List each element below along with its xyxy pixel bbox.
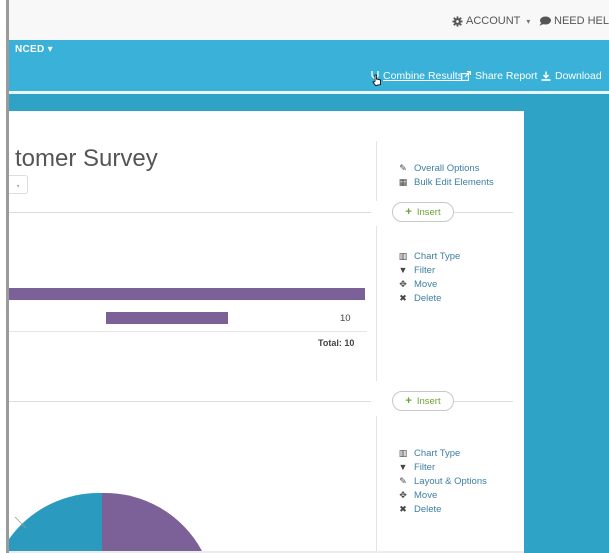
move-label: Move xyxy=(414,489,438,501)
pencil-icon: ✎ xyxy=(399,162,407,173)
section-divider xyxy=(453,212,513,213)
chart-type-label: Chart Type xyxy=(414,250,461,262)
chevron-down-icon: ▾ xyxy=(526,16,531,26)
combine-results-label: Combine Results xyxy=(383,70,463,82)
delete-label: Delete xyxy=(414,503,442,515)
pie-slice-teal xyxy=(9,492,102,551)
chart-type-label: Chart Type xyxy=(414,447,461,459)
share-icon xyxy=(461,71,471,81)
report-title[interactable]: tomer Survey xyxy=(15,145,158,173)
move-icon: ✥ xyxy=(399,278,407,289)
filter-label: Filter xyxy=(414,264,436,276)
delete-icon: ✖ xyxy=(399,503,407,514)
chart-type-link[interactable]: ▥ Chart Type xyxy=(398,249,461,263)
move-icon: ✥ xyxy=(399,489,407,500)
delete-link[interactable]: ✖ Delete xyxy=(398,502,487,516)
bulk-edit-elements-link[interactable]: ▦ Bulk Edit Elements xyxy=(398,175,494,189)
overall-options-label: Overall Options xyxy=(414,162,480,174)
gear-icon xyxy=(452,15,463,27)
right-sidebar-background xyxy=(524,111,609,553)
report-nav: NCED ▾ Combine Results Share Report Down… xyxy=(9,40,609,92)
combine-results-link[interactable]: Combine Results xyxy=(371,70,463,82)
insert-label: Insert xyxy=(416,206,441,218)
delete-link[interactable]: ✖ Delete xyxy=(398,291,460,305)
bar-2-value: 10 xyxy=(340,313,351,324)
report-card: tomer Survey , ✎ Overall Options ▦ Bulk … xyxy=(9,111,524,551)
move-link[interactable]: ✥ Move xyxy=(398,488,487,502)
bar-chart-actions: ▥ Chart Type ▼ Filter ✥ Move ✖ Delete xyxy=(398,249,461,305)
insert-button[interactable]: + Insert xyxy=(392,202,454,222)
pie-chart-actions: ▥ Chart Type ▼ Filter ✎ Layout & Options… xyxy=(398,446,487,516)
move-label: Move xyxy=(414,278,438,290)
chart-icon: ▥ xyxy=(398,250,408,261)
download-icon xyxy=(541,71,551,81)
filter-link[interactable]: ▼ Filter xyxy=(398,460,487,474)
insert-label: Insert xyxy=(416,395,441,407)
bulk-edit-elements-label: Bulk Edit Elements xyxy=(414,176,494,188)
chevron-down-icon: ▾ xyxy=(47,44,53,55)
account-label: ACCOUNT xyxy=(466,15,521,27)
chart-type-link[interactable]: ▥ Chart Type xyxy=(398,446,487,460)
column-divider xyxy=(376,226,377,381)
section-divider xyxy=(453,401,513,402)
chart-icon: ▥ xyxy=(398,447,408,458)
share-report-link[interactable]: Share Report xyxy=(461,70,537,82)
delete-label: Delete xyxy=(414,292,442,304)
delete-icon: ✖ xyxy=(399,292,407,303)
share-report-label: Share Report xyxy=(475,70,538,82)
bar-1 xyxy=(9,288,365,300)
download-link[interactable]: Download xyxy=(541,70,602,82)
filter-label: Filter xyxy=(414,461,436,473)
header-band xyxy=(9,94,609,111)
layout-options-link[interactable]: ✎ Layout & Options xyxy=(398,474,487,488)
help-link[interactable]: NEED HELP? xyxy=(539,15,609,27)
section-divider xyxy=(9,401,371,402)
filter-link[interactable]: ▼ Filter xyxy=(398,263,460,277)
account-bar: ACCOUNT ▾ NEED HELP? xyxy=(9,0,609,40)
table-icon: ▦ xyxy=(398,176,408,187)
insert-button[interactable]: + Insert xyxy=(392,391,454,411)
account-menu[interactable]: ACCOUNT ▾ xyxy=(452,15,530,27)
advanced-menu[interactable]: NCED ▾ xyxy=(15,44,53,55)
chart-separator xyxy=(9,331,367,332)
column-divider xyxy=(376,416,377,551)
report-options-panel: ✎ Overall Options ▦ Bulk Edit Elements xyxy=(398,161,494,189)
section-divider xyxy=(9,212,371,213)
filter-icon: ▼ xyxy=(398,265,408,275)
layout-options-label: Layout & Options xyxy=(414,475,487,487)
filter-icon: ▼ xyxy=(398,462,408,472)
plus-icon: + xyxy=(405,395,412,407)
chart-total: Total: 10 xyxy=(318,338,355,348)
pie-chart xyxy=(9,492,202,551)
hand-cursor-icon xyxy=(372,74,381,86)
download-label: Download xyxy=(555,70,602,82)
bar-2 xyxy=(106,312,228,324)
overall-options-link[interactable]: ✎ Overall Options xyxy=(398,161,494,175)
report-select[interactable]: , xyxy=(9,175,28,194)
pencil-icon: ✎ xyxy=(399,475,407,486)
move-link[interactable]: ✥ Move xyxy=(398,277,460,291)
advanced-menu-label: NCED xyxy=(15,44,45,55)
plus-icon: + xyxy=(405,206,412,218)
column-divider xyxy=(376,141,377,201)
help-label: NEED HELP? xyxy=(554,15,609,27)
pie-slice-purple xyxy=(102,492,202,551)
chat-bubble-icon xyxy=(539,16,551,26)
